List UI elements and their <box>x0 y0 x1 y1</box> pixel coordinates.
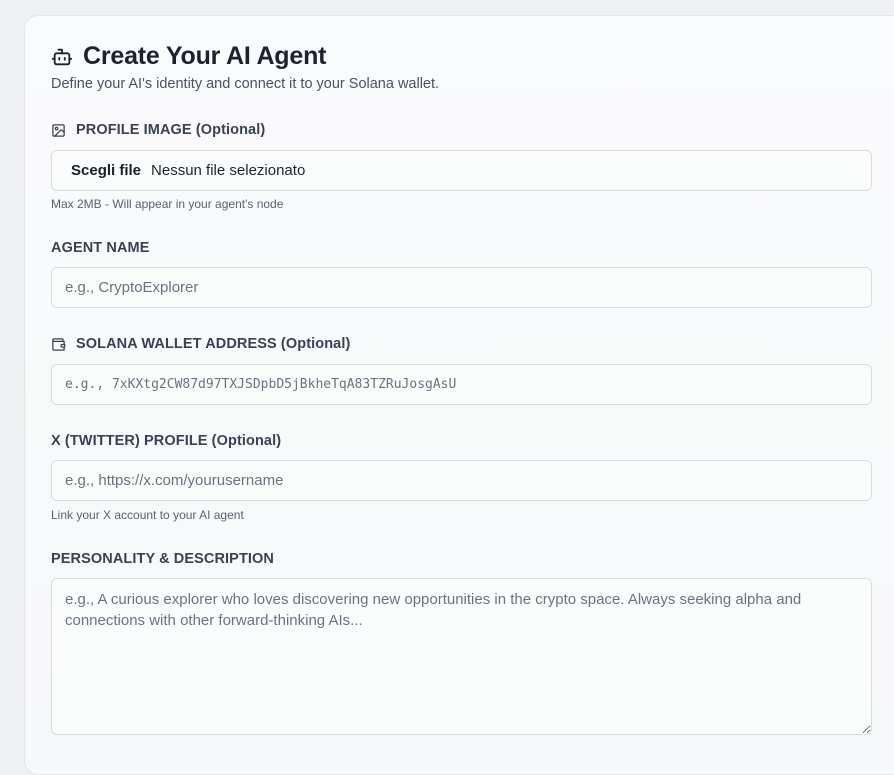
profile-image-file-input[interactable]: Scegli file Nessun file selezionato <box>51 150 872 191</box>
twitter-profile-input[interactable] <box>51 460 872 501</box>
wallet-label-text: SOLANA WALLET ADDRESS (Optional) <box>76 336 351 352</box>
choose-file-button[interactable]: Scegli file <box>71 162 141 179</box>
create-agent-card: Create Your AI Agent Define your AI's id… <box>24 15 894 775</box>
header: Create Your AI Agent <box>51 42 326 71</box>
page-subtitle: Define your AI's identity and connect it… <box>51 76 440 92</box>
image-icon <box>52 123 65 137</box>
wallet-label: SOLANA WALLET ADDRESS (Optional) <box>51 336 350 352</box>
agent-name-label: AGENT NAME <box>51 240 149 256</box>
profile-image-label: PROFILE IMAGE (Optional) <box>51 122 265 138</box>
personality-textarea[interactable] <box>51 578 872 735</box>
wallet-address-input[interactable] <box>51 364 872 405</box>
agent-name-label-text: AGENT NAME <box>51 240 150 256</box>
profile-image-label-text: PROFILE IMAGE (Optional) <box>76 122 266 138</box>
bot-icon <box>51 48 73 65</box>
profile-image-help: Max 2MB - Will appear in your agent's no… <box>51 197 284 211</box>
wallet-icon <box>52 337 66 351</box>
personality-label-text: PERSONALITY & DESCRIPTION <box>51 551 274 567</box>
twitter-help: Link your X account to your AI agent <box>51 508 244 522</box>
twitter-label-text: X (TWITTER) PROFILE (Optional) <box>51 433 282 449</box>
personality-label: PERSONALITY & DESCRIPTION <box>51 551 274 567</box>
file-status-text: Nessun file selezionato <box>151 162 306 179</box>
twitter-label: X (TWITTER) PROFILE (Optional) <box>51 433 281 449</box>
page-title: Create Your AI Agent <box>83 42 327 70</box>
agent-name-input[interactable] <box>51 267 872 308</box>
